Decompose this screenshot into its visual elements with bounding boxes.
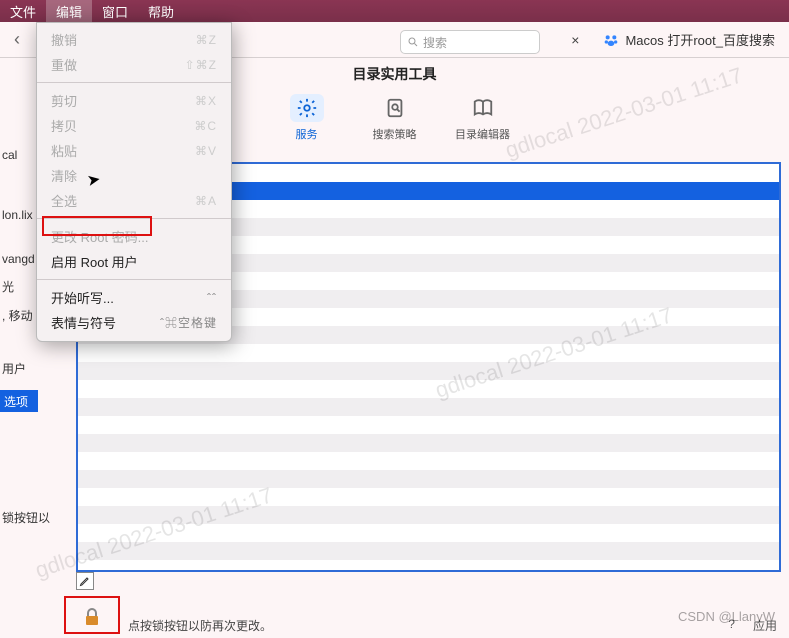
search-input[interactable]: 搜索 — [400, 30, 540, 54]
csdn-watermark: CSDN @LlanyW — [678, 609, 775, 624]
toolbar-services[interactable]: 服务 — [277, 94, 337, 142]
toolbar-dir-editor-label: 目录编辑器 — [455, 126, 510, 142]
sidebar-selected-options[interactable]: 选项 — [0, 390, 38, 412]
browser-tab-label: Macos 打开root_百度搜索 — [625, 30, 775, 49]
list-row[interactable] — [78, 542, 779, 560]
toolbar-services-label: 服务 — [296, 126, 318, 142]
menu-copy: 拷贝⌘C — [37, 113, 231, 138]
list-row[interactable] — [78, 434, 779, 452]
browser-tab-baidu[interactable]: Macos 打开root_百度搜索 — [595, 30, 783, 49]
list-row[interactable] — [78, 470, 779, 488]
menu-emoji-symbols[interactable]: 表情与符号ˆ⌘空格键 — [37, 310, 231, 335]
menu-edit[interactable]: 编辑 — [46, 0, 92, 22]
back-button[interactable]: ‹ — [6, 29, 28, 51]
menu-enable-root-user[interactable]: 启用 Root 用户 — [37, 249, 231, 274]
toolbar-dir-editor[interactable]: 目录编辑器 — [453, 94, 513, 142]
tab-close-button[interactable]: × — [571, 32, 587, 48]
list-row[interactable] — [78, 506, 779, 524]
edit-pencil-button[interactable] — [76, 572, 94, 590]
list-row[interactable] — [78, 362, 779, 380]
list-row[interactable] — [78, 344, 779, 362]
list-row[interactable] — [78, 416, 779, 434]
list-row[interactable] — [78, 380, 779, 398]
menu-undo: 撤销⌘Z — [37, 27, 231, 52]
menu-redo: 重做⇧⌘Z — [37, 52, 231, 77]
baidu-paw-icon — [603, 32, 619, 48]
lock-icon — [80, 604, 104, 630]
menu-change-root-password: 更改 Root 密码... — [37, 224, 231, 249]
edit-menu-dropdown: 撤销⌘Z 重做⇧⌘Z 剪切⌘X 拷贝⌘C 粘贴⌘V 清除 全选⌘A 更改 Roo… — [36, 22, 232, 342]
gear-icon — [290, 94, 324, 122]
list-row[interactable] — [78, 524, 779, 542]
menu-cut: 剪切⌘X — [37, 88, 231, 113]
menu-help[interactable]: 帮助 — [138, 0, 184, 22]
toolbar-policy-label: 搜索策略 — [373, 126, 417, 142]
pencil-icon — [79, 575, 91, 587]
menu-window[interactable]: 窗口 — [92, 0, 138, 22]
list-row[interactable] — [78, 488, 779, 506]
list-row[interactable] — [78, 398, 779, 416]
policy-icon — [378, 94, 412, 122]
menu-start-dictation[interactable]: 开始听写...ˆˆ — [37, 285, 231, 310]
book-icon — [466, 94, 500, 122]
lock-hint-text: 点按锁按钮以防再次更改。 — [128, 617, 272, 634]
menu-file[interactable]: 文件 — [0, 0, 46, 22]
lock-button[interactable] — [64, 596, 120, 634]
search-icon — [407, 36, 419, 48]
menu-clear: 清除 — [37, 163, 231, 188]
menu-paste: 粘贴⌘V — [37, 138, 231, 163]
list-row[interactable] — [78, 452, 779, 470]
toolbar-policy[interactable]: 搜索策略 — [365, 94, 425, 142]
search-placeholder: 搜索 — [423, 34, 447, 51]
menu-select-all: 全选⌘A — [37, 188, 231, 213]
